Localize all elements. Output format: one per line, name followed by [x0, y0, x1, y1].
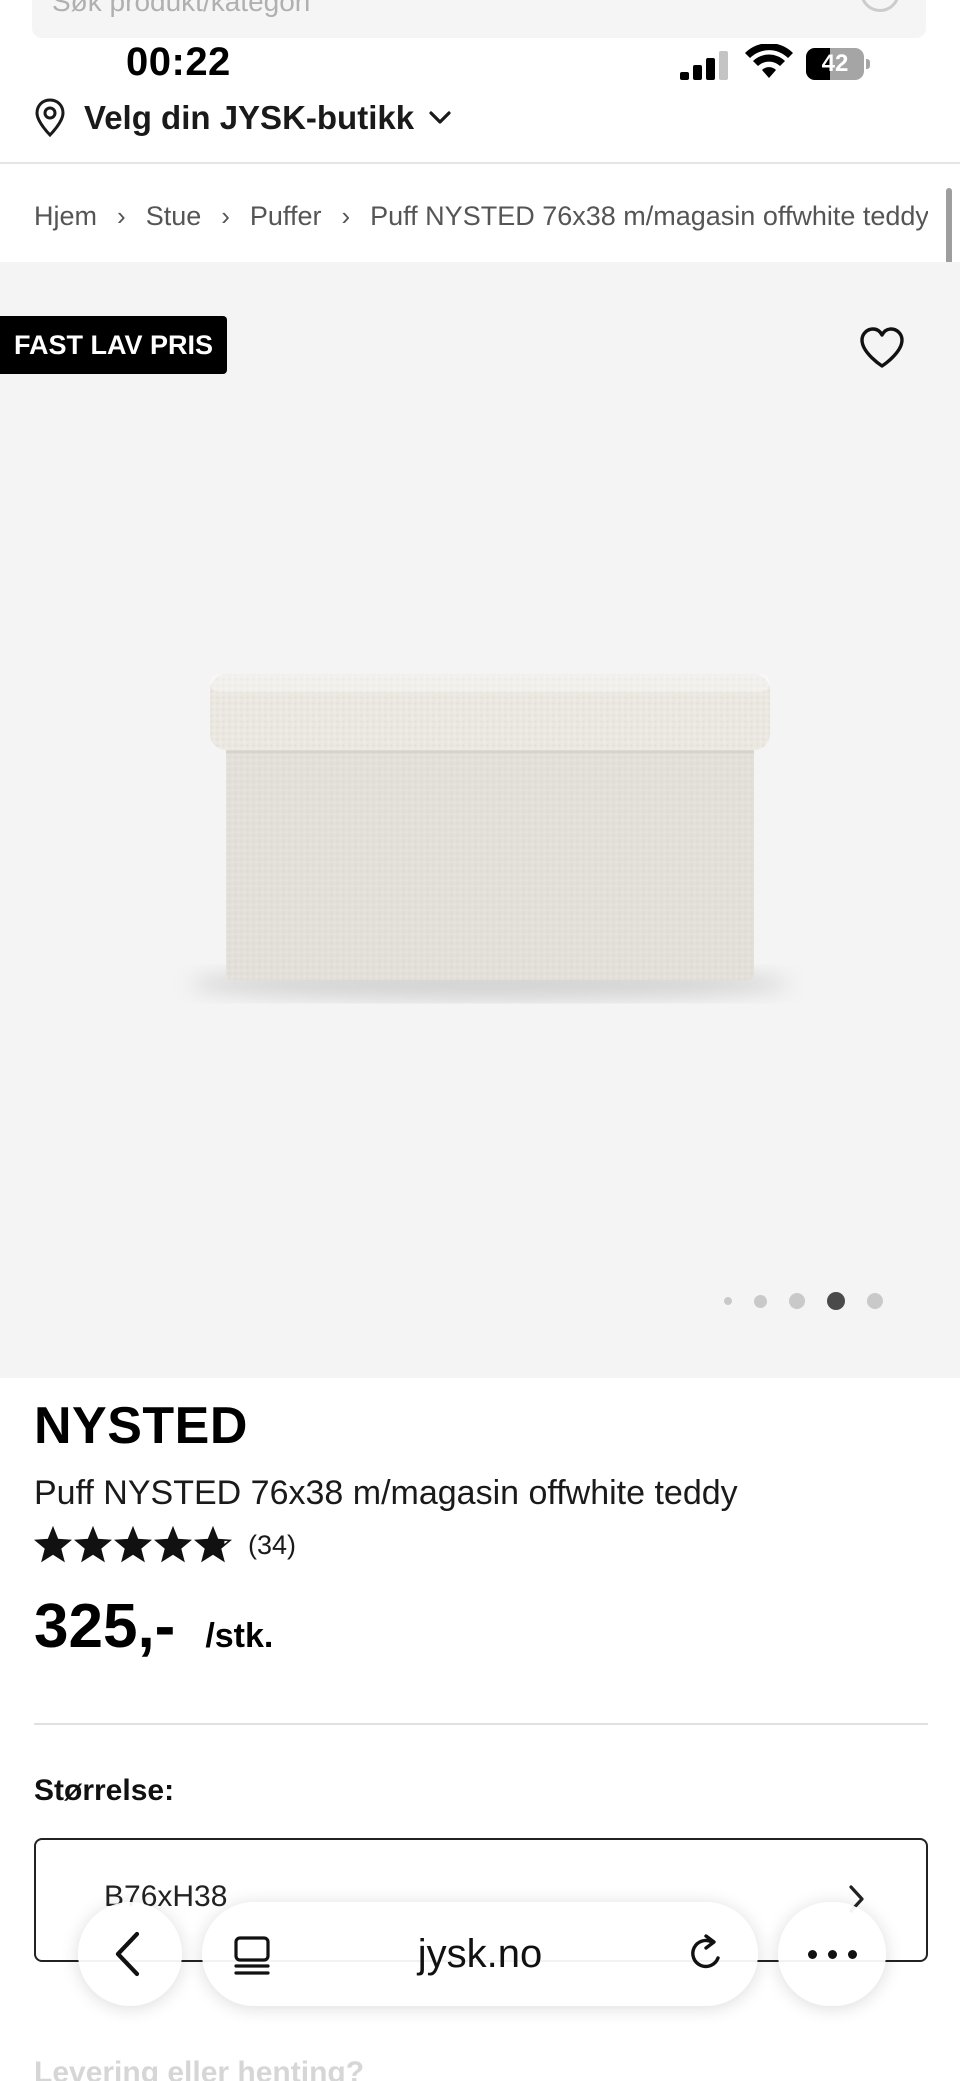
- browser-address-bar[interactable]: jysk.no: [202, 1902, 758, 2006]
- store-selector[interactable]: Velg din JYSK-butikk: [34, 96, 452, 140]
- more-dot-icon: [808, 1950, 817, 1959]
- location-pin-icon: [35, 98, 65, 138]
- rating-stars: [34, 1526, 234, 1564]
- breadcrumb-separator-icon: ›: [221, 200, 230, 231]
- star-icon: [34, 1526, 72, 1563]
- size-label: Størrelse:: [34, 1774, 175, 1807]
- search-icon: [860, 0, 900, 12]
- signal-bar: [693, 65, 702, 80]
- star-icon: [194, 1526, 232, 1563]
- product-rating[interactable]: (34): [34, 1525, 928, 1565]
- favourite-heart-icon[interactable]: [858, 326, 906, 370]
- product-image: [190, 674, 790, 1000]
- battery-level: 42: [821, 50, 849, 77]
- more-dot-icon: [848, 1950, 857, 1959]
- gallery-dot[interactable]: [867, 1293, 883, 1309]
- review-count: (34): [248, 1529, 297, 1560]
- product-name: Puff NYSTED 76x38 m/magasin offwhite ted…: [34, 1474, 738, 1512]
- signal-bar: [719, 51, 728, 80]
- product-brand: NYSTED: [34, 1397, 248, 1455]
- breadcrumb: Hjem › Stue › Puffer › Puff NYSTED 76x38…: [34, 196, 928, 236]
- product-price: 325,-: [34, 1592, 176, 1661]
- gallery-dot[interactable]: [754, 1294, 767, 1308]
- breadcrumb-separator-icon: ›: [341, 200, 351, 231]
- chevron-left-icon: [115, 1931, 140, 1977]
- breadcrumb-home[interactable]: Hjem: [34, 201, 97, 232]
- product-gallery[interactable]: FAST LAV PRIS: [0, 262, 960, 1378]
- gallery-dot[interactable]: [724, 1297, 732, 1305]
- breadcrumb-puffer[interactable]: Puffer: [250, 201, 322, 232]
- status-bar: 00:22 42: [0, 38, 960, 94]
- chevron-down-icon: [429, 111, 451, 124]
- cellular-signal-icon: [680, 50, 730, 80]
- store-selector-label: Velg din JYSK-butikk: [84, 99, 415, 136]
- search-placeholder: Søk produkt/kategori: [52, 0, 311, 17]
- signal-bar: [680, 72, 689, 80]
- wifi-icon: [745, 44, 793, 78]
- battery-icon: 42: [806, 48, 870, 80]
- product-info: NYSTED Puff NYSTED 76x38 m/magasin offwh…: [34, 1396, 928, 1662]
- status-time: 00:22: [126, 40, 231, 84]
- price-unit: /stk.: [205, 1617, 274, 1655]
- breadcrumb-separator-icon: ›: [117, 200, 126, 231]
- gallery-dot[interactable]: [789, 1293, 805, 1309]
- browser-back-button[interactable]: [78, 1902, 182, 2006]
- signal-bar: [706, 58, 715, 80]
- reader-tabs-icon[interactable]: [232, 1934, 272, 1976]
- browser-more-button[interactable]: [778, 1902, 886, 2006]
- browser-url: jysk.no: [417, 1932, 543, 1976]
- breadcrumb-stue[interactable]: Stue: [146, 201, 202, 232]
- header-divider: [0, 162, 960, 164]
- browser-toolbar: jysk.no: [0, 1900, 960, 2010]
- price-row: 325,- /stk.: [34, 1591, 928, 1662]
- star-icon: [114, 1526, 152, 1563]
- section-divider: [34, 1723, 928, 1725]
- more-dot-icon: [828, 1950, 837, 1959]
- gallery-pagination[interactable]: [724, 1290, 905, 1312]
- search-field[interactable]: Søk produkt/kategori: [32, 0, 926, 38]
- star-icon: [74, 1526, 112, 1563]
- breadcrumb-current: Puff NYSTED 76x38 m/magasin offwhite ted…: [370, 200, 928, 231]
- delivery-heading: Levering eller henting?: [34, 2056, 365, 2081]
- reload-icon[interactable]: [684, 1932, 728, 1976]
- gallery-dot[interactable]: [827, 1292, 845, 1310]
- star-icon: [154, 1526, 192, 1563]
- price-badge: FAST LAV PRIS: [0, 316, 228, 374]
